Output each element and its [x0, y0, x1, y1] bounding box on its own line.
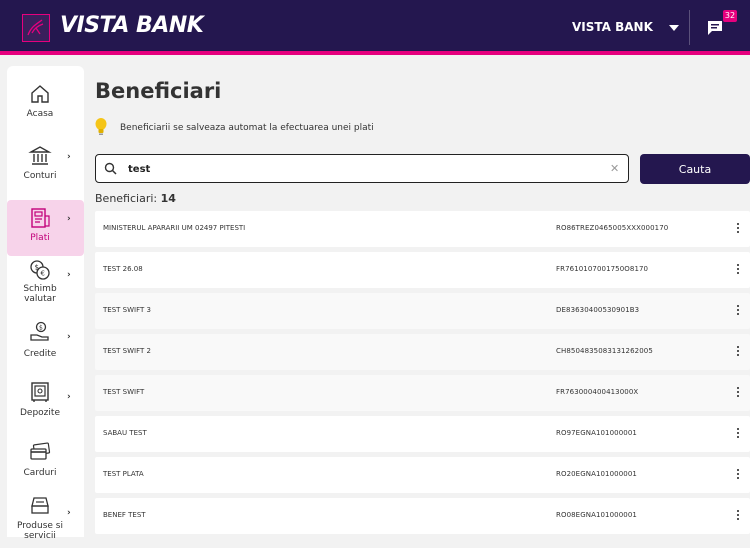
- chevron-right-icon: ›: [67, 392, 71, 402]
- sidebar-item-produse-si-servicii[interactable]: › Produse si servicii: [7, 492, 84, 548]
- sidebar-item-carduri[interactable]: Carduri: [7, 438, 84, 494]
- bank-logo-icon[interactable]: [22, 14, 50, 42]
- header-divider: [689, 10, 690, 45]
- sidebar-item-label: Depozite: [20, 408, 60, 418]
- beneficiary-iban: RO20EGNA101000001: [556, 470, 637, 478]
- chevron-right-icon: ›: [67, 152, 71, 162]
- messages-count-badge: 32: [723, 10, 737, 22]
- beneficiary-iban: RO86TREZ0465005XXX000170: [556, 224, 669, 232]
- beneficiary-iban: RO08EGNA101000001: [556, 511, 637, 519]
- payments-icon: [31, 208, 50, 228]
- list-item[interactable]: TEST 26.08 FR7610107001750O8170: [95, 252, 750, 288]
- beneficiary-name: BENEF TEST: [103, 511, 146, 519]
- beneficiaries-list: MINISTERUL APARARII UM 02497 PITESTI RO8…: [95, 211, 750, 539]
- chevron-right-icon: ›: [67, 270, 71, 280]
- beneficiary-name: TEST PLATA: [103, 470, 144, 478]
- beneficiary-iban: FR763000400413000X: [556, 388, 639, 396]
- list-item[interactable]: BENEF TEST RO08EGNA101000001: [95, 498, 750, 534]
- sidebar-item-label: Conturi: [23, 171, 57, 181]
- sidebar-item-label: Acasa: [26, 109, 54, 119]
- beneficiary-name: SABAU TEST: [103, 429, 147, 437]
- home-icon: [31, 85, 49, 103]
- list-item[interactable]: TEST SWIFT 2 CH8504835083131262005: [95, 334, 750, 370]
- more-options-icon[interactable]: [733, 222, 743, 236]
- sidebar-item-label: Credite: [23, 349, 57, 359]
- safe-icon: [31, 382, 49, 402]
- beneficiary-iban: DE83630400530901B3: [556, 306, 640, 314]
- list-item[interactable]: MINISTERUL APARARII UM 02497 PITESTI RO8…: [95, 211, 750, 247]
- chevron-right-icon: ›: [67, 332, 71, 342]
- list-item[interactable]: TEST SWIFT 3 DE83630400530901B3: [95, 293, 750, 329]
- search-box: ✕: [95, 154, 629, 183]
- search-button[interactable]: Cauta: [640, 154, 750, 184]
- list-item[interactable]: SABAU TEST RO97EGNA101000001: [95, 416, 750, 452]
- sidebar-item-label: Schimb valutar: [23, 284, 57, 304]
- list-item[interactable]: TEST SWIFT FR763000400413000X: [95, 375, 750, 411]
- sidebar-item-depozite[interactable]: › Depozite: [7, 378, 84, 434]
- svg-text:$: $: [35, 264, 39, 272]
- top-bar: VISTA BANK VISTA BANK 32: [0, 0, 750, 55]
- more-options-icon[interactable]: [733, 263, 743, 277]
- bank-icon: [28, 146, 52, 165]
- hint-text: Beneficiarii se salveaza automat la efec…: [120, 123, 374, 133]
- message-icon: [708, 21, 722, 35]
- beneficiary-name: TEST 26.08: [103, 265, 143, 273]
- count-label: Beneficiari:: [95, 192, 158, 205]
- sidebar-item-label: Plati: [30, 233, 50, 243]
- beneficiary-name: MINISTERUL APARARII UM 02497 PITESTI: [103, 224, 246, 232]
- more-options-icon[interactable]: [733, 427, 743, 441]
- count-value: 14: [160, 192, 176, 205]
- more-options-icon[interactable]: [733, 304, 743, 318]
- beneficiary-iban: RO97EGNA101000001: [556, 429, 637, 437]
- sidebar-item-credite[interactable]: $ › Credite: [7, 318, 84, 374]
- beneficiary-name: TEST SWIFT: [103, 388, 145, 396]
- more-options-icon[interactable]: [733, 468, 743, 482]
- sidebar-item-label: Produse si servicii: [17, 521, 63, 541]
- page-title: Beneficiari: [95, 79, 222, 103]
- sidebar-nav: Acasa › Conturi › Plati $ € › Schimb val…: [7, 66, 84, 541]
- user-menu-button[interactable]: VISTA BANK: [572, 20, 680, 34]
- beneficiary-iban: CH8504835083131262005: [556, 347, 653, 355]
- user-name: VISTA BANK: [572, 20, 653, 34]
- more-options-icon[interactable]: [733, 386, 743, 400]
- close-icon[interactable]: ✕: [610, 163, 619, 175]
- svg-text:$: $: [39, 325, 43, 332]
- credit-icon: $: [30, 321, 49, 341]
- sidebar-item-acasa[interactable]: Acasa: [7, 76, 84, 132]
- more-options-icon[interactable]: [733, 509, 743, 523]
- svg-text:€: €: [41, 270, 45, 278]
- chevron-down-icon: [669, 24, 680, 31]
- search-input[interactable]: [126, 160, 600, 179]
- sidebar-item-plati[interactable]: › Plati: [7, 200, 84, 256]
- sidebar-item-schimb-valutar[interactable]: $ € › Schimb valutar: [7, 256, 84, 312]
- more-options-icon[interactable]: [733, 345, 743, 359]
- chevron-right-icon: ›: [67, 214, 71, 224]
- beneficiary-iban: FR7610107001750O8170: [556, 265, 649, 273]
- chevron-right-icon: ›: [67, 508, 71, 518]
- list-item[interactable]: TEST PLATA RO20EGNA101000001: [95, 457, 750, 493]
- exchange-icon: $ €: [30, 260, 50, 280]
- messages-button[interactable]: [706, 19, 724, 37]
- card-icon: [30, 442, 51, 460]
- bank-logo-text[interactable]: VISTA BANK: [60, 13, 204, 38]
- beneficiary-name: TEST SWIFT 2: [103, 347, 151, 355]
- search-icon: [104, 162, 117, 175]
- sidebar-item-label: Carduri: [23, 468, 57, 478]
- products-icon: [31, 497, 49, 514]
- sidebar-item-conturi[interactable]: › Conturi: [7, 138, 84, 194]
- beneficiaries-count: Beneficiari: 14: [95, 192, 176, 205]
- lightbulb-icon: [95, 118, 107, 135]
- beneficiary-name: TEST SWIFT 3: [103, 306, 151, 314]
